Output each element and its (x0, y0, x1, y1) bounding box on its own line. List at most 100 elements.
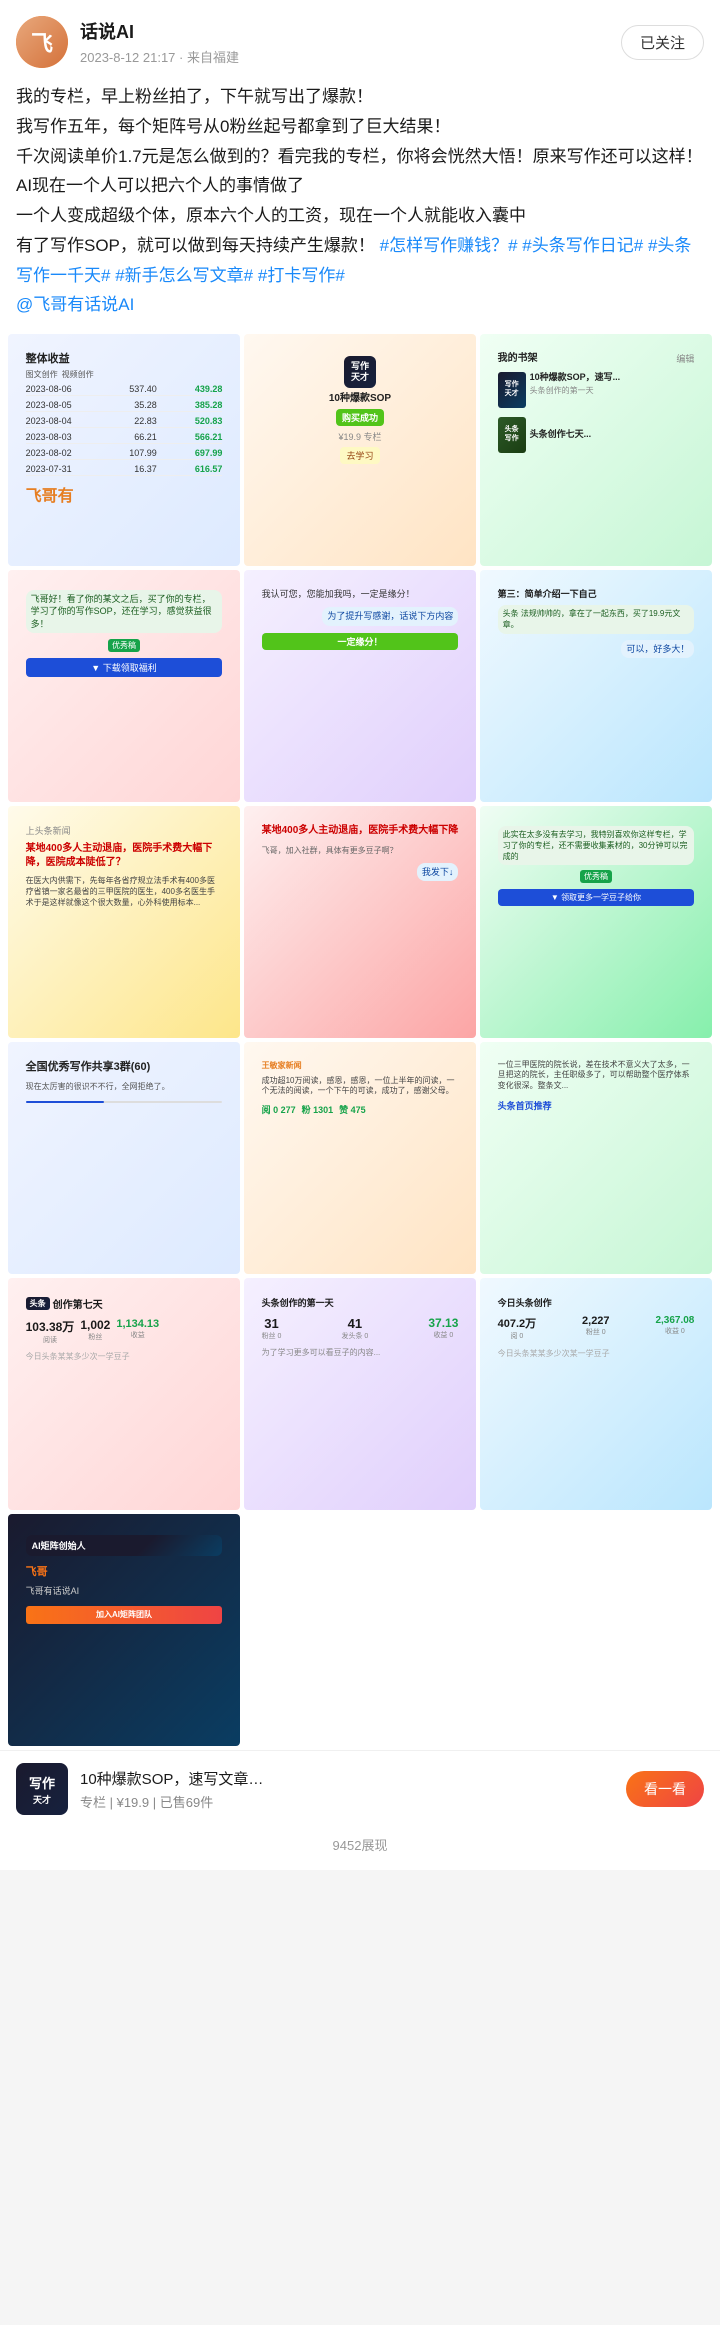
content-line-5: 一个人变成超级个体，原本六个人的工资，现在一个人就能收入囊中 (16, 206, 526, 225)
hashtag-4[interactable]: #新手怎么写文章# (115, 266, 253, 285)
thumb-1-sub1: 图文创作 (26, 369, 58, 380)
thumb-6-title: 第三：简单介绍一下自己 (498, 588, 695, 601)
thumb-3-book: 10种爆款SOP，速写... (530, 372, 695, 384)
content-line-1: 我的专栏，早上粉丝拍了，下午就写出了爆款！ (16, 87, 373, 106)
thumb-3-book2: 头条创作七天... (530, 429, 695, 441)
author-details: 话说AI 2023-8-12 21:17 · 来自福建 (80, 18, 239, 66)
thumb-11-stats: 阅 0 277 粉 1301 赞 475 (262, 1103, 459, 1116)
thumb-8-headline: 某地400多人主动退庙，医院手术费大幅下降 (262, 824, 459, 838)
thumbnail-11[interactable]: 王敏家新闻 成功超10万阅读，感恩，感恩，一位上半年的问读，一个无法的阅读，一个… (244, 1042, 476, 1274)
thumbnail-15[interactable]: 今日头条创作 407.2万 阅 0 2,227 粉丝 0 2,367.08 收益… (480, 1278, 712, 1510)
thumb-2-price: ¥19.9 专栏 (338, 430, 381, 443)
thumb-7-headline: 某地400多人主动退庙，医院手术费大幅下降，医院成本陡低了？ (26, 842, 223, 870)
thumb-14-s3: 37.13 (428, 1316, 458, 1330)
content-line-3: 千次阅读单价1.7元是怎么做到的？看完我的专栏，你将会恍然大悟！原来写作还可以这… (16, 147, 703, 166)
product-cta-button[interactable]: 看一看 (626, 1771, 704, 1807)
author-name[interactable]: 话说AI (80, 18, 239, 44)
thumb-10-body: 现在太厉害的很识不不行，全网拒绝了。 (26, 1081, 223, 1092)
mention-1[interactable]: @飞哥有话说AI (16, 295, 134, 314)
thumbnail-6[interactable]: 第三：简单介绍一下自己 头条 法规帅帅的，拿在了一起东西，买了19.9元文章。 … (480, 570, 712, 802)
thumb-5-reply: 为了提升写感谢，话说下方内容 (322, 607, 458, 626)
thumb-3-edit[interactable]: 编辑 (676, 352, 694, 365)
product-icon-top: 写作 (29, 1773, 55, 1792)
thumb-3-sub: 头条创作的第一天 (530, 385, 695, 396)
product-bar: 写作 天才 10种爆款SOP，速写文章… 专栏 | ¥19.9 | 已售69件 … (0, 1750, 720, 1827)
thumbnail-12[interactable]: 一位三甲医院的院长说，差在技术不意义大了太多，一旦把这的院长，主任职级多了，可以… (480, 1042, 712, 1274)
main-card: 飞 话说AI 2023-8-12 21:17 · 来自福建 已关注 我的专栏，早… (0, 0, 720, 1870)
post-meta: 2023-8-12 21:17 · 来自福建 (80, 47, 239, 66)
thumb-13-views: 103.38万 (26, 1318, 75, 1335)
thumb-6-msg2: 可以，好多大！ (621, 640, 694, 659)
thumb-13-fans: 1,002 (80, 1318, 110, 1332)
content-line-2: 我写作五年，每个矩阵号从0粉丝起号都拿到了巨大结果！ (16, 117, 450, 136)
thumb-16-cta: 加入AI矩阵团队 (96, 1609, 152, 1620)
thumbnail-13[interactable]: 头条 创作第七天 103.38万 阅读 1,002 粉丝 1,134.13 收益 (8, 1278, 240, 1510)
thumbnail-3[interactable]: 我的书架 编辑 写作天才 10种爆款SOP，速写... 头条创作的第一天 头条写… (480, 334, 712, 566)
thumbnail-10[interactable]: 全国优秀写作共享3群(60) 现在太厉害的很识不不行，全网拒绝了。 (8, 1042, 240, 1274)
product-icon: 写作 天才 (16, 1763, 68, 1815)
thumb-10-title: 全国优秀写作共享3群(60) (26, 1060, 223, 1074)
thumbnail-4[interactable]: 飞哥好！看了你的某文之后，买了你的专栏，学习了你的写作SOP，还在学习，感觉获益… (8, 570, 240, 802)
thumb-4-cta[interactable]: ▼ 下载领取福利 (26, 658, 223, 677)
thumb-3-title: 我的书架 (498, 352, 538, 365)
product-name: 10种爆款SOP，速写文章… (80, 1768, 614, 1789)
thumb-16-name: 飞哥 (26, 1563, 223, 1579)
thumbnail-14[interactable]: 头条创作的第一天 31 粉丝 0 41 发头条 0 37.13 收益 0 (244, 1278, 476, 1510)
thumb-4-msg: 飞哥好！看了你的某文之后，买了你的专栏，学习了你的写作SOP，还在学习，感觉获益… (26, 590, 223, 634)
thumbnail-16[interactable]: AI矩阵创始人 飞哥 飞哥有话说AI 加入AI矩阵团队 (8, 1514, 240, 1746)
thumb-9-cta[interactable]: ▼ 领取更多一学豆子给你 (498, 889, 695, 906)
thumb-13-income: 1,134.13 (116, 1318, 159, 1330)
thumb-14-sub: 为了学习更多可以看豆子的内容... (262, 1348, 459, 1358)
thumb-5-tag: 一定缘分！ (262, 633, 459, 650)
thumb-1-title: 整体收益 (26, 352, 223, 366)
avatar[interactable]: 飞 (16, 16, 68, 68)
product-icon-bottom: 天才 (33, 1793, 51, 1806)
thumb-13-footer: 今日头条某某多少次一学豆子 (26, 1351, 223, 1362)
thumbnail-8[interactable]: 某地400多人主动退庙，医院手术费大幅下降 飞哥，加入社群，具体有更多豆子啊？ … (244, 806, 476, 1038)
thumbnail-5[interactable]: 我认可您，您能加我吗，一定是缘分！ 为了提升写感谢，话说下方内容 一定缘分！ (244, 570, 476, 802)
thumb-1-sub2: 视频创作 (62, 369, 94, 380)
thumb-8-reply: 我发下↓ (417, 863, 459, 882)
thumb-15-title: 今日头条创作 (498, 1296, 695, 1309)
thumbnail-7[interactable]: 上头条新闻 某地400多人主动退庙，医院手术费大幅下降，医院成本陡低了？ 在医大… (8, 806, 240, 1038)
hashtag-1[interactable]: #怎样写作赚钱？# (380, 236, 518, 255)
post-header: 飞 话说AI 2023-8-12 21:17 · 来自福建 已关注 (0, 0, 720, 78)
thumb-15-footer: 今日头条某某多少次某一学豆子 (498, 1348, 695, 1359)
avatar-image: 飞 (16, 16, 68, 68)
thumb-11-body: 成功超10万阅读，感恩，感恩，一位上半年的问读，一个无法的阅读，一个下午的可读，… (262, 1076, 459, 1097)
hashtag-5[interactable]: #打卡写作# (258, 266, 345, 285)
thumb-15-s3: 2,367.08 (655, 1315, 694, 1326)
thumb-9-tag: 优秀稿 (580, 870, 612, 883)
thumb-2-title: 10种爆款SOP (329, 392, 391, 405)
footer-count: 9452展现 (0, 1827, 720, 1858)
content-line-4: AI现在一个人可以把六个人的事情做了 (16, 176, 304, 195)
hashtag-2[interactable]: #头条写作日记# (522, 236, 643, 255)
thumb-14-title: 头条创作的第一天 (262, 1296, 459, 1309)
thumb-16-subtitle: 飞哥有话说AI (26, 1584, 223, 1597)
thumb-16-title: AI矩阵创始人 (26, 1535, 223, 1556)
content-line-6: 有了写作SOP，就可以做到每天持续产生爆款！ (16, 236, 375, 255)
thumb-14-s2: 41 (341, 1316, 368, 1331)
thumb-4-tag: 优秀稿 (108, 639, 140, 652)
thumbnail-2[interactable]: 写作天才 10种爆款SOP 购买成功 ¥19.9 专栏 去学习 (244, 334, 476, 566)
image-grid: 整体收益 图文创作 视频创作 2023-08-06537.40439.28 20… (0, 334, 720, 1746)
thumb-2-action[interactable]: 去学习 (340, 447, 379, 464)
thumb-15-s1: 407.2万 (498, 1315, 537, 1331)
thumb-7-source: 上头条新闻 (26, 824, 223, 837)
thumbnail-1[interactable]: 整体收益 图文创作 视频创作 2023-08-06537.40439.28 20… (8, 334, 240, 566)
thumb-2-status: 购买成功 (336, 409, 384, 426)
author-info: 飞 话说AI 2023-8-12 21:17 · 来自福建 (16, 16, 239, 68)
thumb-12-body: 一位三甲医院的院长说，差在技术不意义大了太多，一旦把这的院长，主任职级多了，可以… (498, 1060, 695, 1092)
thumb-12-extra: 头条首页推荐 (498, 1099, 695, 1112)
avatar-letter: 飞 (31, 26, 53, 58)
thumb-15-s2: 2,227 (582, 1315, 610, 1327)
thumb-5-msg: 我认可您，您能加我吗，一定是缘分！ (262, 588, 459, 601)
product-meta: 专栏 | ¥19.9 | 已售69件 (80, 1792, 614, 1811)
follow-button[interactable]: 已关注 (621, 25, 704, 60)
post-content: 我的专栏，早上粉丝拍了，下午就写出了爆款！ 我写作五年，每个矩阵号从0粉丝起号都… (0, 78, 720, 334)
thumbnail-9[interactable]: 此实在太多没有去学习，我特别喜欢你这样专栏，学习了你的专栏，还不需要收集素材的，… (480, 806, 712, 1038)
thumb-13-title: 创作第七天 (53, 1296, 103, 1311)
thumb-9-msg: 此实在太多没有去学习，我特别喜欢你这样专栏，学习了你的专栏，还不需要收集素材的，… (498, 826, 695, 866)
thumb-6-msg1: 头条 法规帅帅的，拿在了一起东西，买了19.9元文章。 (498, 605, 695, 633)
thumb-14-s1: 31 (262, 1316, 282, 1331)
